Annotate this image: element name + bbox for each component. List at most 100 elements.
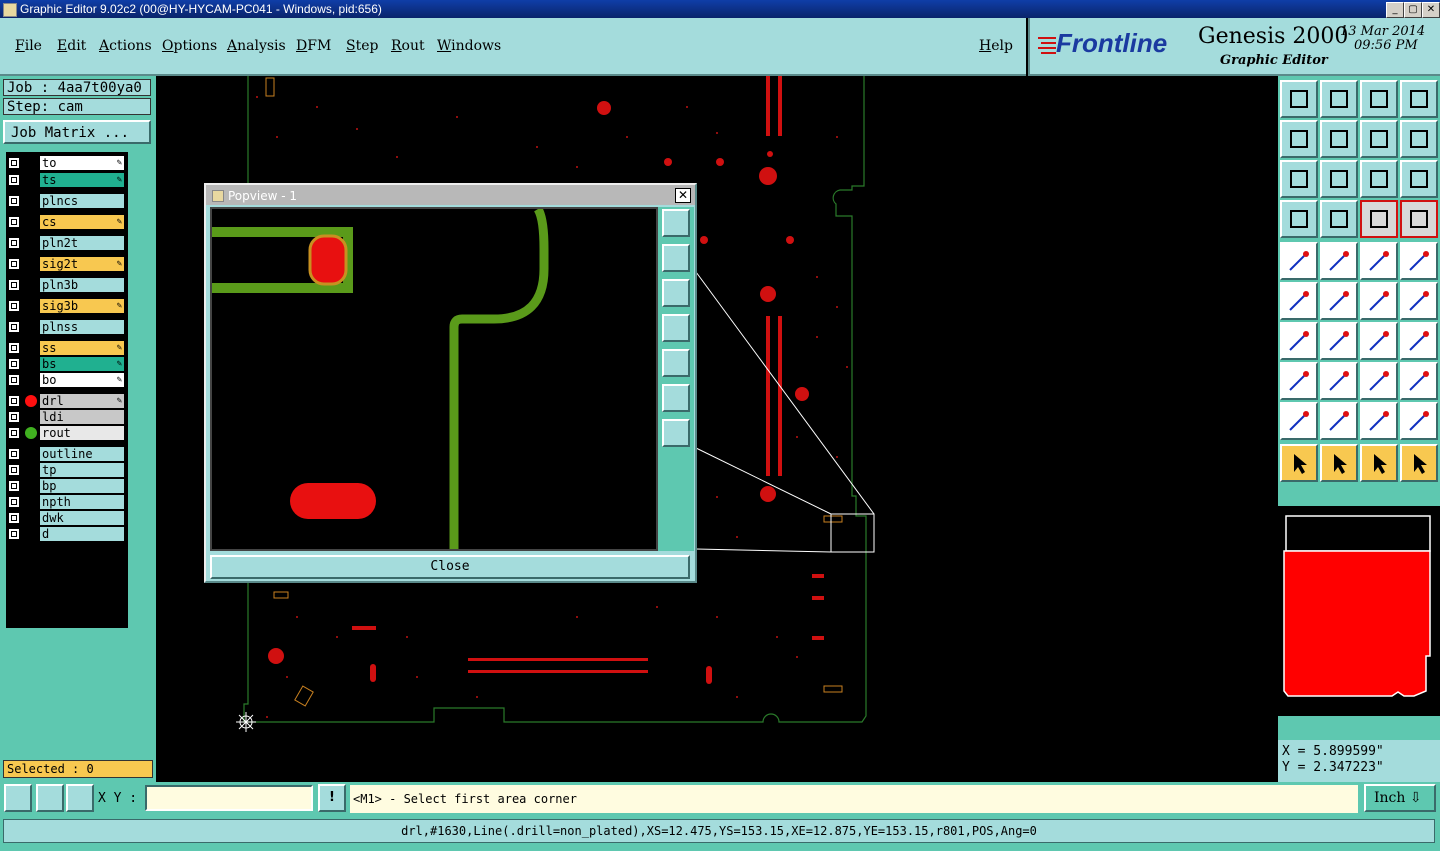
layer-checkbox[interactable] (8, 427, 20, 439)
close-window-button[interactable]: ✕ (1422, 2, 1440, 18)
mirror-icon[interactable] (1400, 322, 1438, 360)
layer-name[interactable]: rout (40, 426, 124, 440)
layer-checkbox[interactable] (8, 237, 20, 249)
popview-pan-up-icon[interactable] (662, 244, 690, 272)
zoom-home-icon[interactable] (1320, 160, 1358, 198)
undo-icon[interactable] (1360, 120, 1398, 158)
overview-map[interactable] (1278, 506, 1440, 716)
arc-icon[interactable] (1360, 322, 1398, 360)
layer-row-to[interactable]: to ✎ (6, 156, 128, 170)
select-area-icon[interactable] (1280, 362, 1318, 400)
select-net-icon[interactable] (1360, 444, 1398, 482)
profile-d-icon[interactable] (1400, 402, 1438, 440)
move-icon[interactable] (1360, 282, 1398, 320)
alert-button[interactable]: ! (318, 784, 346, 812)
delete-icon[interactable] (1320, 282, 1358, 320)
layer-checkbox[interactable] (8, 448, 20, 460)
layer-checkbox[interactable] (8, 195, 20, 207)
layer-row-ss[interactable]: ss ✎ (6, 341, 128, 355)
layer-checkbox[interactable] (8, 512, 20, 524)
layer-name[interactable]: dwk (40, 511, 124, 525)
layer-name[interactable]: plnss (40, 320, 124, 334)
layer-row-drl[interactable]: drl ✎ (6, 394, 128, 408)
popview-titlebar[interactable]: Popview - 1 ✕ (206, 185, 695, 205)
reshape-icon[interactable] (1400, 362, 1438, 400)
menu-windows[interactable]: Windows (437, 38, 501, 54)
layer-name[interactable]: bp (40, 479, 124, 493)
layer-row-ts[interactable]: ts ✎ (6, 173, 128, 187)
layer-name[interactable]: plncs (40, 194, 124, 208)
popview-canvas[interactable] (210, 206, 658, 551)
grid-toggle-icon[interactable] (1320, 200, 1358, 238)
add-pad-icon[interactable] (1280, 242, 1318, 280)
layer-checkbox[interactable] (8, 300, 20, 312)
layer-row-tp[interactable]: tp (6, 463, 128, 477)
layer-row-sig2t[interactable]: sig2t ✎ (6, 257, 128, 271)
layer-row-rout[interactable]: rout (6, 426, 128, 440)
layer-checkbox[interactable] (8, 395, 20, 407)
resize-icon[interactable] (1360, 362, 1398, 400)
profile-c-icon[interactable] (1360, 402, 1398, 440)
help-query-icon[interactable] (1400, 160, 1438, 198)
layer-name[interactable]: ldi (40, 410, 124, 424)
open-job-icon[interactable] (1280, 80, 1318, 118)
menu-options[interactable]: Options (162, 38, 217, 54)
add-surface-icon[interactable] (1400, 242, 1438, 280)
layer-row-pln3b[interactable]: pln3b (6, 278, 128, 292)
menu-step[interactable]: Step (346, 38, 378, 54)
measure-icon[interactable] (36, 784, 64, 812)
layer-name[interactable]: sig2t ✎ (40, 257, 124, 271)
layer-name[interactable]: drl ✎ (40, 394, 124, 408)
maximize-button[interactable]: ▢ (1404, 2, 1422, 18)
home-icon[interactable] (1360, 80, 1398, 118)
import-icon[interactable] (1280, 120, 1318, 158)
popview-close-button[interactable]: Close (210, 555, 690, 579)
layer-checkbox[interactable] (8, 528, 20, 540)
layer-checkbox[interactable] (8, 411, 20, 423)
layer-colors-alt-icon[interactable] (1400, 200, 1438, 238)
scale-1-2-icon[interactable] (1360, 160, 1398, 198)
layer-row-d[interactable]: d (6, 527, 128, 541)
layer-name[interactable]: ss ✎ (40, 341, 124, 355)
layer-checkbox[interactable] (8, 258, 20, 270)
layer-checkbox[interactable] (8, 279, 20, 291)
minimize-button[interactable]: _ (1386, 2, 1404, 18)
layer-checkbox[interactable] (8, 496, 20, 508)
layer-row-plnss[interactable]: plnss (6, 320, 128, 334)
layer-name[interactable]: pln3b (40, 278, 124, 292)
popview-pan-left-icon[interactable] (662, 314, 690, 342)
snap-icon[interactable] (4, 784, 32, 812)
layer-row-bs[interactable]: bs ✎ (6, 357, 128, 371)
layer-name[interactable]: tp (40, 463, 124, 477)
popview-zoom-in-icon[interactable] (662, 384, 690, 412)
layer-row-plncs[interactable]: plncs (6, 194, 128, 208)
route-icon[interactable] (1400, 444, 1438, 482)
menu-edit[interactable]: Edit (57, 38, 86, 54)
layer-name[interactable]: pln2t (40, 236, 124, 250)
layer-checkbox[interactable] (8, 342, 20, 354)
angle-icon[interactable] (1280, 322, 1318, 360)
select-box-icon[interactable] (1320, 444, 1358, 482)
export-icon[interactable] (1320, 120, 1358, 158)
menu-rout[interactable]: Rout (391, 38, 425, 54)
layer-row-dwk[interactable]: dwk (6, 511, 128, 525)
layer-row-pln2t[interactable]: pln2t (6, 236, 128, 250)
layer-checkbox[interactable] (8, 321, 20, 333)
slope-line-icon[interactable] (1320, 322, 1358, 360)
job-matrix-button[interactable]: Job Matrix ... (3, 120, 151, 144)
layer-checkbox[interactable] (8, 480, 20, 492)
measure-ruler-icon[interactable] (1360, 242, 1398, 280)
layer-name[interactable]: outline (40, 447, 124, 461)
layer-row-npth[interactable]: npth (6, 495, 128, 509)
layer-colors-icon[interactable] (1360, 200, 1398, 238)
save-icon[interactable] (1320, 80, 1358, 118)
popview-zoom-out-icon[interactable] (662, 419, 690, 447)
popview-close-icon[interactable]: ✕ (675, 188, 691, 203)
menu-dfm[interactable]: DFM (296, 38, 331, 54)
layer-name[interactable]: bo ✎ (40, 373, 124, 387)
layer-checkbox[interactable] (8, 358, 20, 370)
menu-analysis[interactable]: Analysis (227, 38, 286, 54)
layer-checkbox[interactable] (8, 157, 20, 169)
copy-icon[interactable] (1400, 282, 1438, 320)
popview-pan-down-icon[interactable] (662, 279, 690, 307)
